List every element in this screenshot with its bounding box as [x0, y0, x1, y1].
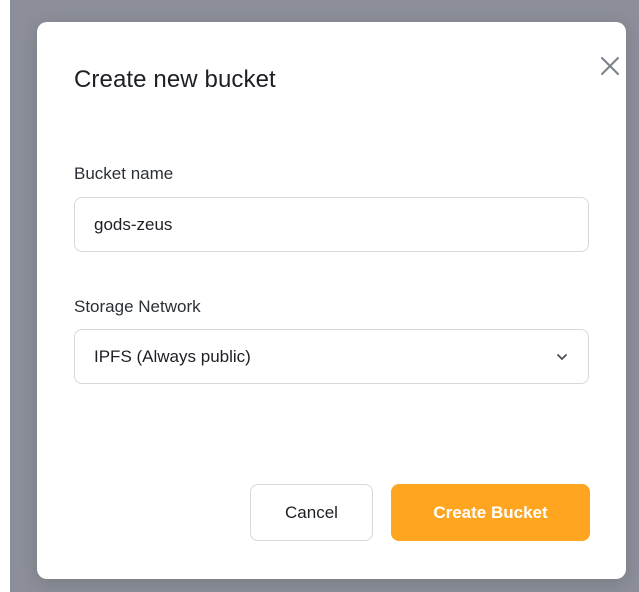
- create-bucket-dialog: Create new bucket Bucket name Storage Ne…: [37, 22, 626, 579]
- chevron-down-icon: [555, 350, 569, 364]
- create-bucket-button[interactable]: Create Bucket: [391, 484, 590, 541]
- close-icon: [601, 57, 619, 75]
- bucket-name-label: Bucket name: [74, 164, 174, 183]
- bucket-name-input[interactable]: [74, 197, 589, 252]
- close-button[interactable]: [596, 52, 624, 80]
- storage-network-value: IPFS (Always public): [94, 346, 251, 366]
- storage-network-label: Storage Network: [74, 297, 201, 316]
- dialog-title: Create new bucket: [74, 66, 276, 93]
- cancel-button[interactable]: Cancel: [250, 484, 373, 541]
- storage-network-select[interactable]: IPFS (Always public): [74, 329, 589, 384]
